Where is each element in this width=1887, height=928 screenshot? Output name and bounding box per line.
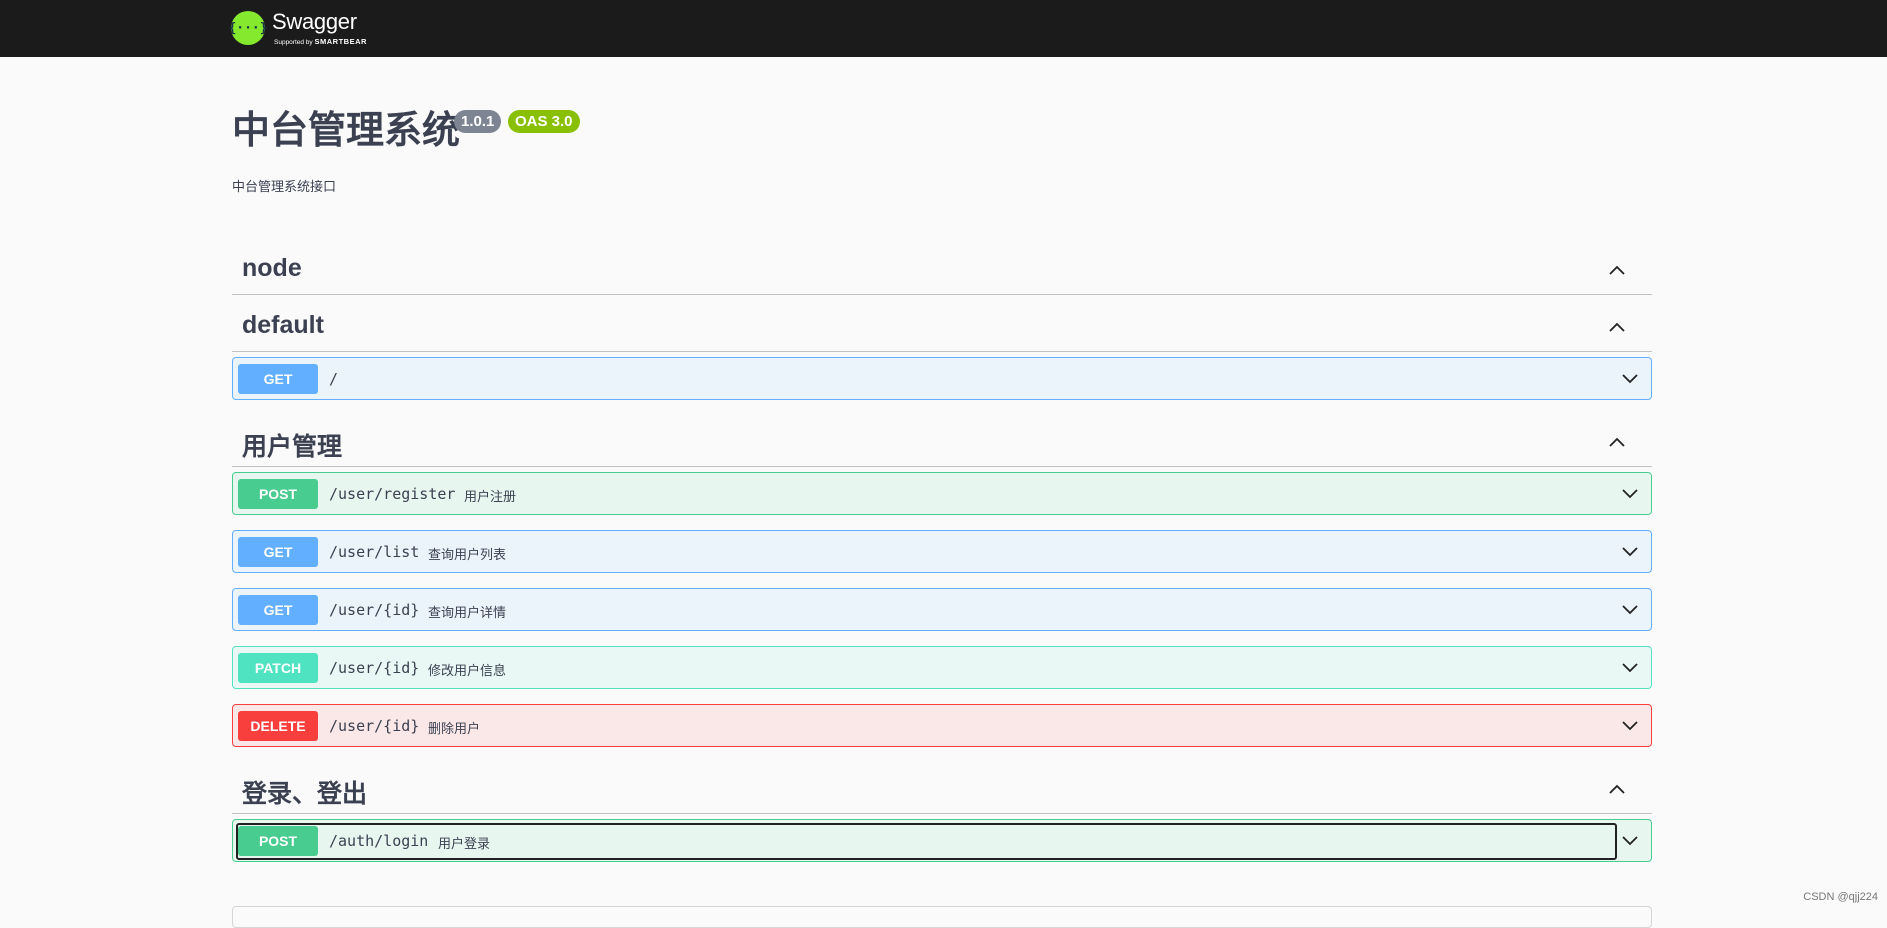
operation-path: /user/list: [329, 543, 420, 561]
chevron-up-icon[interactable]: [1607, 779, 1627, 799]
chevron-down-icon[interactable]: [1620, 541, 1640, 561]
method-badge: GET: [238, 595, 318, 625]
tag-name: node: [242, 254, 302, 282]
version-badge: 1.0.1: [454, 110, 502, 133]
logo-text: Swagger Supported by SMARTBEAR: [272, 8, 382, 48]
operation-path: /auth/login: [329, 832, 429, 850]
operation-summary: 用户登录: [438, 836, 491, 851]
operation-path: /user/{id}: [329, 659, 420, 677]
logo-company: SMARTBEAR: [314, 37, 367, 46]
topbar: {···} Swagger Supported by SMARTBEAR: [0, 0, 1887, 57]
chevron-up-icon[interactable]: [1607, 260, 1627, 280]
method-badge: POST: [238, 479, 318, 509]
operation-get-user-list[interactable]: GET /user/list 查询用户列表: [232, 530, 1652, 573]
chevron-down-icon[interactable]: [1620, 599, 1640, 619]
operation-path: /user/{id}: [329, 717, 420, 735]
method-badge: DELETE: [238, 711, 318, 741]
chevron-down-icon[interactable]: [1620, 830, 1640, 850]
chevron-down-icon[interactable]: [1620, 368, 1640, 388]
swagger-logo[interactable]: {···} Swagger Supported by SMARTBEAR: [228, 8, 382, 48]
method-badge: POST: [238, 826, 318, 856]
chevron-down-icon[interactable]: [1620, 483, 1640, 503]
tag-name: 登录、登出: [242, 780, 368, 808]
chevron-down-icon[interactable]: [1620, 715, 1640, 735]
operation-delete-user-id[interactable]: DELETE /user/{id} 删除用户: [232, 704, 1652, 747]
operation-summary: 查询用户详情: [428, 605, 507, 620]
tag-name: 用户管理: [242, 433, 343, 461]
operation-path: /user/{id}: [329, 601, 420, 619]
operation-summary: 用户注册: [464, 489, 517, 504]
tag-section-auth[interactable]: 登录、登出: [232, 770, 1652, 814]
api-title: 中台管理系统: [232, 110, 461, 152]
chevron-down-icon[interactable]: [1620, 657, 1640, 677]
logo-supported-by: Supported by: [274, 39, 313, 46]
method-badge: GET: [238, 364, 318, 394]
swagger-logo-icon: {···}: [228, 11, 268, 45]
chevron-up-icon[interactable]: [1607, 432, 1627, 452]
tag-section-node[interactable]: node: [232, 250, 1652, 295]
tag-section-default[interactable]: default: [232, 307, 1652, 352]
operation-path: /user/register: [329, 485, 456, 503]
tag-name: default: [242, 311, 324, 339]
operation-post-auth-login[interactable]: POST /auth/login 用户登录: [232, 819, 1652, 862]
operation-summary: 删除用户: [428, 721, 481, 736]
logo-subtitle: Supported by SMARTBEAR: [274, 37, 367, 46]
operation-path: /: [329, 370, 339, 388]
api-description: 中台管理系统接口: [232, 179, 337, 194]
watermark: CSDN @qjj224: [1803, 891, 1878, 903]
operation-summary: 查询用户列表: [428, 547, 507, 562]
chevron-up-icon[interactable]: [1607, 317, 1627, 337]
method-badge: PATCH: [238, 653, 318, 683]
operation-post-user-register[interactable]: POST /user/register 用户注册: [232, 472, 1652, 515]
operation-patch-user-id[interactable]: PATCH /user/{id} 修改用户信息: [232, 646, 1652, 689]
method-badge: GET: [238, 537, 318, 567]
operation-get-root[interactable]: GET /: [232, 357, 1652, 400]
operation-get-user-id[interactable]: GET /user/{id} 查询用户详情: [232, 588, 1652, 631]
logo-name: Swagger: [272, 9, 357, 34]
oas-badge: OAS 3.0: [508, 110, 580, 133]
operation-summary: 修改用户信息: [428, 663, 507, 678]
schemas-section[interactable]: [232, 906, 1652, 928]
tag-section-user-management[interactable]: 用户管理: [232, 423, 1652, 467]
